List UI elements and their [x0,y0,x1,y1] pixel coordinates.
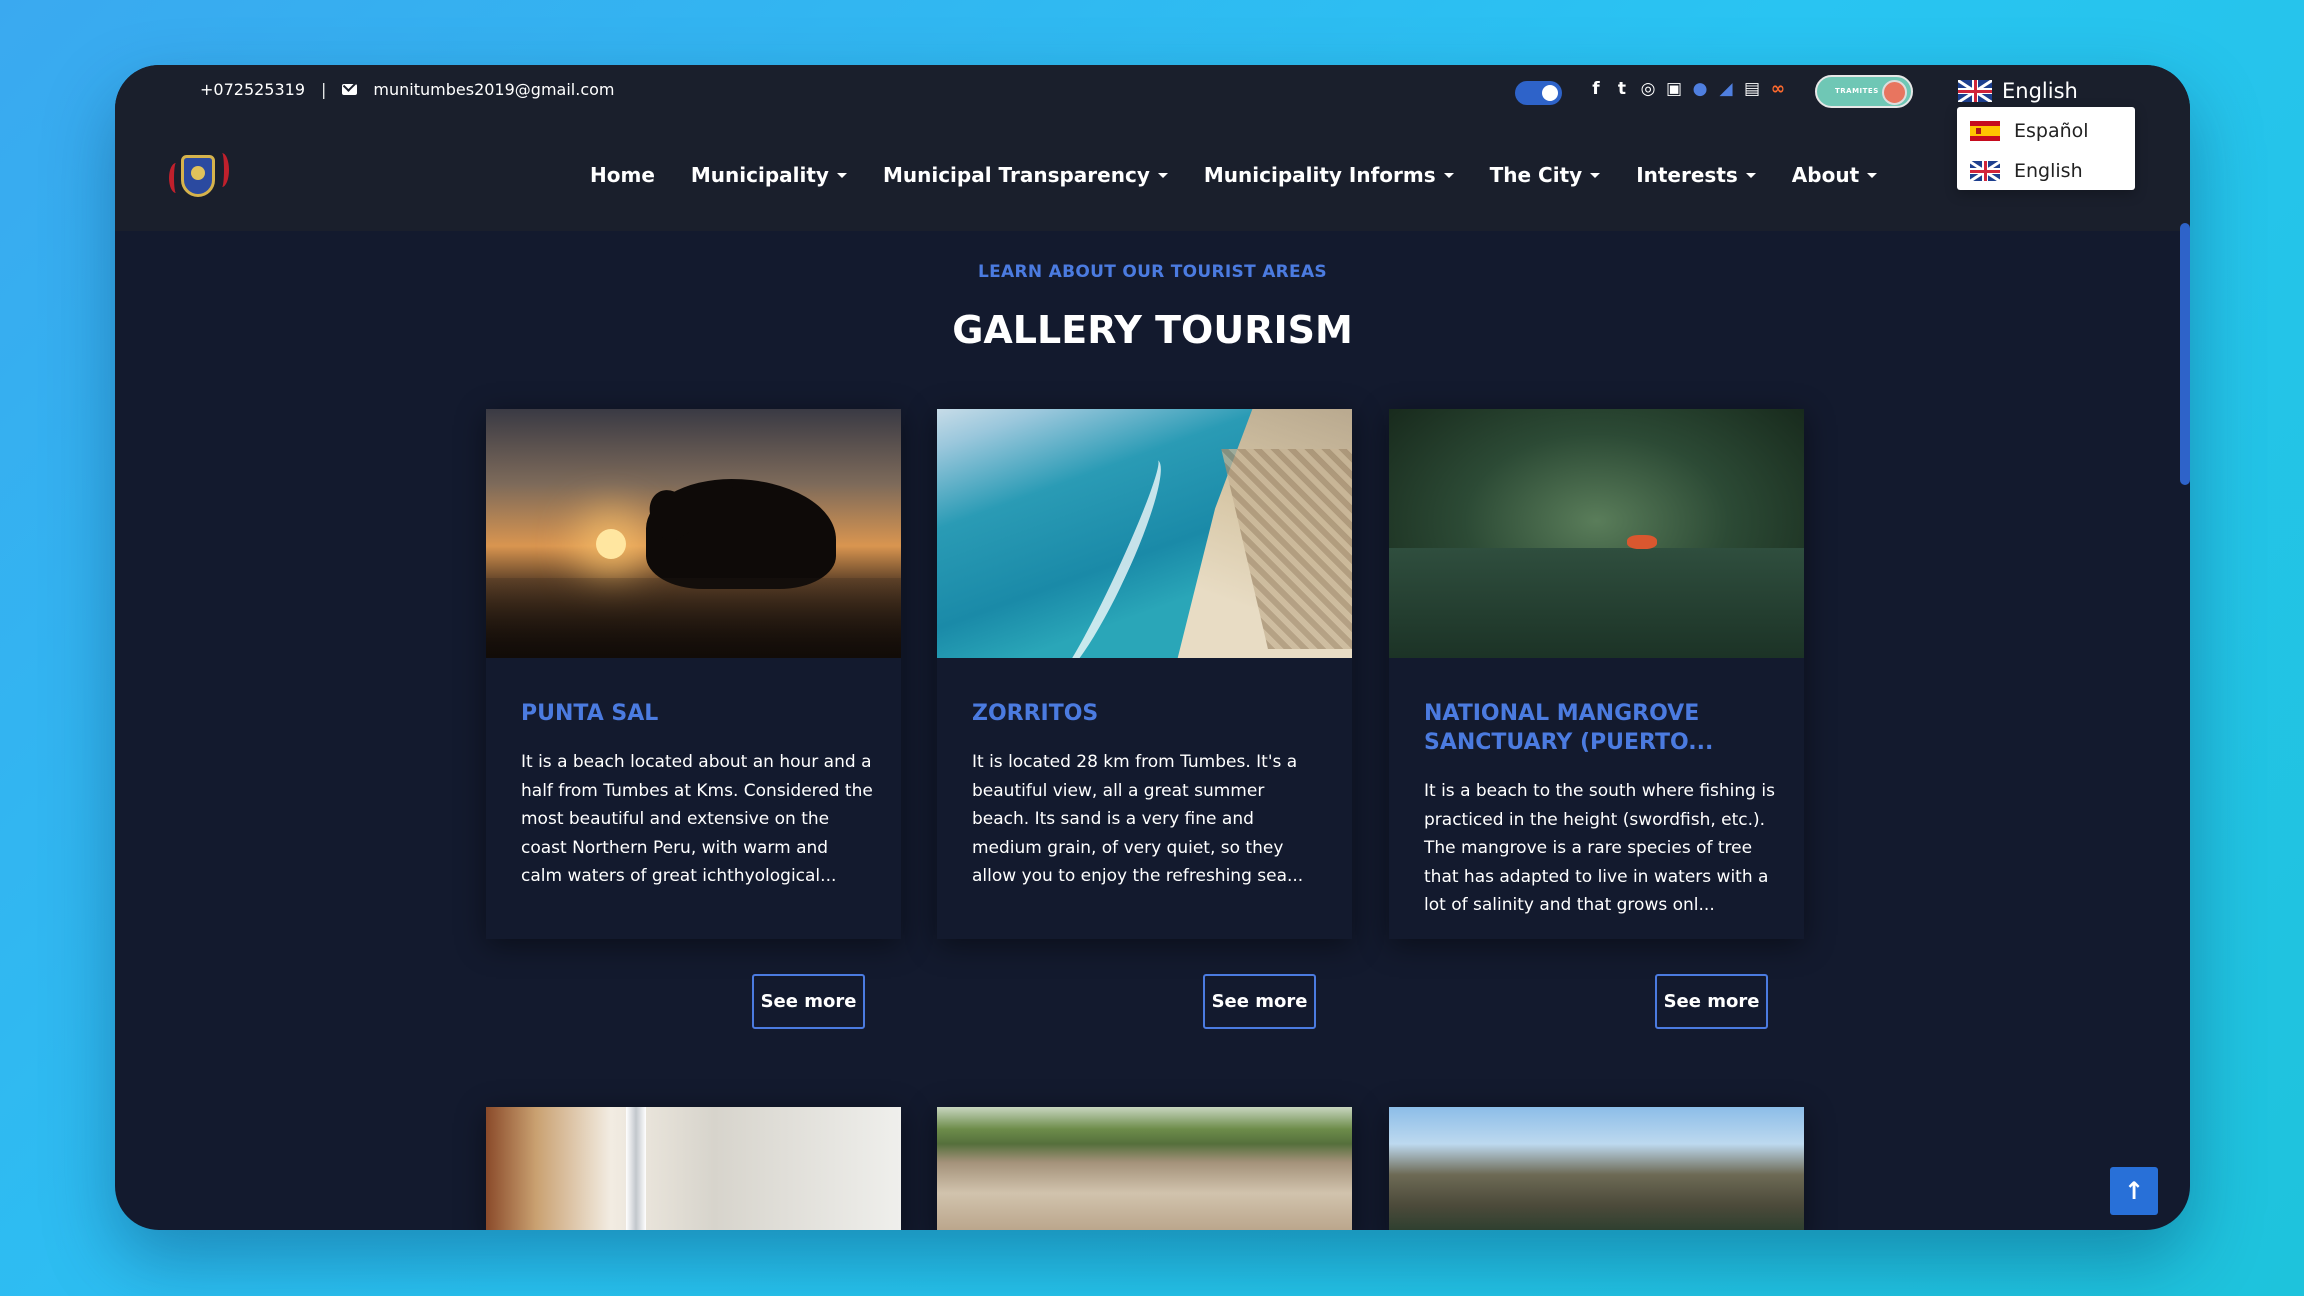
uk-flag-icon [1958,80,1992,102]
browser-window: +072525319 | munitumbes2019@gmail.com f … [115,65,2190,1230]
language-option-label: Español [2014,120,2089,142]
nav-menu: Home Municipality Municipal Transparency… [590,163,1913,187]
youtube-icon[interactable]: ▣ [1665,79,1683,99]
caret-down-icon [1867,172,1878,178]
card-title[interactable]: ZORRITOS [972,699,1322,728]
scrollbar[interactable] [2180,223,2190,485]
tourism-card-zorritos: ZORRITOS It is located 28 km from Tumbes… [937,409,1352,1029]
tourism-card-mangrove: NATIONAL MANGROVE SANCTUARY (PUERTO... I… [1389,409,1804,1029]
see-more-button[interactable]: See more [1655,974,1768,1029]
card-image[interactable] [486,409,901,658]
language-option-label: English [2014,160,2083,182]
caret-down-icon [1590,172,1601,178]
language-option-spanish[interactable]: Español [1957,111,2135,151]
caret-down-icon [836,172,847,178]
email-link[interactable]: munitumbes2019@gmail.com [373,80,614,99]
tramites-button[interactable]: TRAMITES [1815,75,1913,108]
card-image[interactable] [937,1107,1352,1230]
nav-the-city[interactable]: The City [1490,163,1601,187]
facebook-icon[interactable]: f [1587,79,1605,99]
card-title[interactable]: NATIONAL MANGROVE SANCTUARY (PUERTO... [1424,699,1774,757]
card-image[interactable] [1389,1107,1804,1230]
uk-flag-icon [1970,161,2000,181]
twitter-icon[interactable]: t [1613,79,1631,99]
main-navbar: Home Municipality Municipal Transparency… [115,121,2190,231]
card-description: It is a beach located about an hour and … [521,752,873,886]
card-description: It is located 28 km from Tumbes. It's a … [972,752,1304,886]
municipality-logo[interactable] [167,149,231,205]
phone-number[interactable]: +072525319 [200,80,305,99]
language-dropdown: Español English [1957,107,2135,190]
nav-interests[interactable]: Interests [1636,163,1756,187]
chat-icon[interactable]: ● [1691,79,1709,99]
tourism-card-5 [937,1107,1352,1230]
scroll-to-top-button[interactable]: ↑ [2110,1167,2158,1215]
nav-municipal-transparency[interactable]: Municipal Transparency [883,163,1168,187]
section-title: GALLERY TOURISM [952,308,1353,352]
nav-about[interactable]: About [1792,163,1878,187]
section-eyebrow: LEARN ABOUT OUR TOURIST AREAS [978,262,1327,282]
card-image[interactable] [1389,409,1804,658]
separator: | [321,80,327,99]
spain-flag-icon [1970,121,2000,141]
tramites-label: TRAMITES [1835,87,1879,95]
top-bar: +072525319 | munitumbes2019@gmail.com f … [115,65,2190,121]
nav-municipality[interactable]: Municipality [691,163,847,187]
caret-down-icon [1443,172,1454,178]
card-description: It is a beach to the south where fishing… [1424,781,1775,915]
see-more-button[interactable]: See more [752,974,865,1029]
assistant-avatar [1882,80,1907,105]
social-links: f t ◎ ▣ ● ◢ ▤ ∞ [1587,79,1787,99]
card-image[interactable] [486,1107,901,1230]
language-selector[interactable]: English [1958,79,2078,103]
nav-municipality-informs[interactable]: Municipality Informs [1204,163,1454,187]
tourism-card-4 [486,1107,901,1230]
card-title[interactable]: PUNTA SAL [521,699,871,728]
caret-down-icon [1745,172,1756,178]
tourism-card-6 [1389,1107,1804,1230]
instagram-icon[interactable]: ◎ [1639,79,1657,99]
card-image[interactable] [937,409,1352,658]
tourism-card-punta-sal: PUNTA SAL It is a beach located about an… [486,409,901,1029]
mail-icon [342,84,358,95]
dark-mode-toggle[interactable] [1515,81,1562,105]
phone-icon[interactable]: ◢ [1717,79,1735,99]
current-language: English [2002,79,2078,103]
caret-down-icon [1157,172,1168,178]
language-option-english[interactable]: English [1957,151,2135,191]
archive-icon[interactable]: ▤ [1743,79,1761,99]
contact-info: +072525319 | munitumbes2019@gmail.com [200,80,614,99]
link-icon[interactable]: ∞ [1769,79,1787,99]
see-more-button[interactable]: See more [1203,974,1316,1029]
nav-home[interactable]: Home [590,163,655,187]
